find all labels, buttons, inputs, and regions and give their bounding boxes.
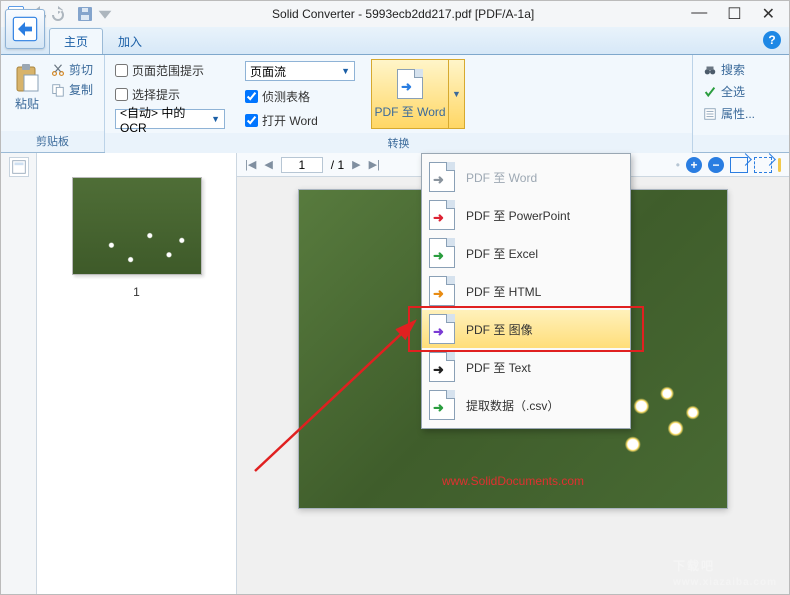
help-button[interactable]: ? — [763, 31, 781, 49]
maximize-button[interactable]: ☐ — [727, 4, 741, 24]
watermark-url: www.SolidDocuments.com — [442, 474, 584, 488]
chevron-down-icon: ▼ — [341, 66, 350, 76]
page-total: / 1 — [331, 158, 344, 172]
layout-combo[interactable]: 页面流▼ — [245, 61, 355, 81]
thumbnail-panel: 1 — [37, 153, 237, 594]
first-page-icon[interactable]: |◀ — [245, 158, 256, 171]
menu-pdf-to-word[interactable]: ➜PDF 至 Word — [422, 158, 630, 196]
divider: • — [676, 158, 680, 172]
page-number-input[interactable] — [281, 157, 323, 173]
group-title-clipboard: 剪贴板 — [1, 131, 104, 152]
redo-icon[interactable] — [51, 6, 67, 22]
zoom-in-icon[interactable]: + — [686, 157, 702, 173]
pdf-convert-menu: ➜PDF 至 Word ➜PDF 至 PowerPoint ➜PDF 至 Exc… — [421, 153, 631, 429]
copy-icon — [51, 83, 65, 97]
chevron-down-icon: ▼ — [452, 89, 461, 99]
menu-extract-csv[interactable]: ➜提取数据（.csv） — [422, 386, 630, 424]
ocr-combo[interactable]: <自动> 中的 OCR▼ — [115, 109, 225, 129]
paste-label: 粘贴 — [15, 95, 39, 112]
title-bar: Solid Converter - 5993ecb2dd217.pdf [PDF… — [1, 1, 789, 27]
properties-icon — [703, 107, 717, 121]
select-all-button[interactable]: 全选 — [703, 83, 755, 100]
pdf-to-word-dropdown[interactable]: ▼ — [449, 59, 465, 129]
menu-pdf-to-image[interactable]: ➜PDF 至 图像 — [422, 310, 630, 348]
tab-home[interactable]: 主页 — [49, 28, 103, 54]
group-title-convert: 转换 — [105, 133, 692, 154]
check-icon — [703, 85, 717, 99]
pointer-tool-icon[interactable] — [730, 157, 748, 173]
selection-hint-checkbox[interactable]: 选择提示 — [115, 85, 225, 103]
detect-tables-checkbox[interactable]: 侦测表格 — [245, 87, 355, 105]
page-thumbnail[interactable] — [72, 177, 202, 275]
highlighter-icon[interactable] — [778, 158, 781, 172]
next-page-icon[interactable]: ▶ — [352, 158, 360, 171]
properties-button[interactable]: 属性... — [703, 105, 755, 122]
ribbon-tabs: 主页 加入 ? — [1, 27, 789, 55]
window-title: Solid Converter - 5993ecb2dd217.pdf [PDF… — [115, 7, 691, 21]
copy-button[interactable]: 复制 — [51, 81, 93, 98]
save-icon[interactable] — [77, 6, 93, 22]
binoculars-icon — [703, 63, 717, 77]
page-range-hint-checkbox[interactable]: 页面范围提示 — [115, 61, 225, 79]
search-button[interactable]: 搜索 — [703, 61, 755, 78]
pdf-to-word-icon: ➜ — [397, 69, 423, 99]
workspace: 1 |◀ ◀ / 1 ▶ ▶| • + − www.SolidDocuments… — [1, 153, 789, 594]
group-title-utils — [693, 135, 789, 152]
zoom-out-icon[interactable]: − — [708, 157, 724, 173]
paste-button[interactable]: 粘贴 — [7, 59, 47, 127]
tab-add[interactable]: 加入 — [103, 28, 157, 54]
menu-pdf-to-text[interactable]: ➜PDF 至 Text — [422, 348, 630, 386]
scissors-icon — [51, 63, 65, 77]
pdf-to-word-button[interactable]: ➜ PDF 至 Word — [371, 59, 449, 129]
menu-pdf-to-powerpoint[interactable]: ➜PDF 至 PowerPoint — [422, 196, 630, 234]
menu-pdf-to-html[interactable]: ➜PDF 至 HTML — [422, 272, 630, 310]
last-page-icon[interactable]: ▶| — [369, 158, 380, 171]
minimize-button[interactable]: — — [691, 4, 707, 24]
side-strip — [1, 153, 37, 594]
cut-button[interactable]: 剪切 — [51, 61, 93, 78]
menu-pdf-to-excel[interactable]: ➜PDF 至 Excel — [422, 234, 630, 272]
ribbon: 粘贴 剪切 复制 剪贴板 页面范围提示 选择提示 <自动> 中的 OCR▼ — [1, 55, 789, 153]
app-menu-button[interactable] — [5, 9, 45, 49]
thumbnail-number: 1 — [133, 285, 140, 299]
close-button[interactable]: ✕ — [762, 4, 775, 24]
chevron-down-icon: ▼ — [211, 114, 220, 124]
marquee-tool-icon[interactable] — [754, 157, 772, 173]
open-word-checkbox[interactable]: 打开 Word — [245, 111, 355, 129]
thumbnails-tab-icon[interactable] — [9, 157, 29, 177]
prev-page-icon[interactable]: ◀ — [264, 158, 272, 171]
qat-dropdown-icon[interactable] — [97, 6, 113, 22]
